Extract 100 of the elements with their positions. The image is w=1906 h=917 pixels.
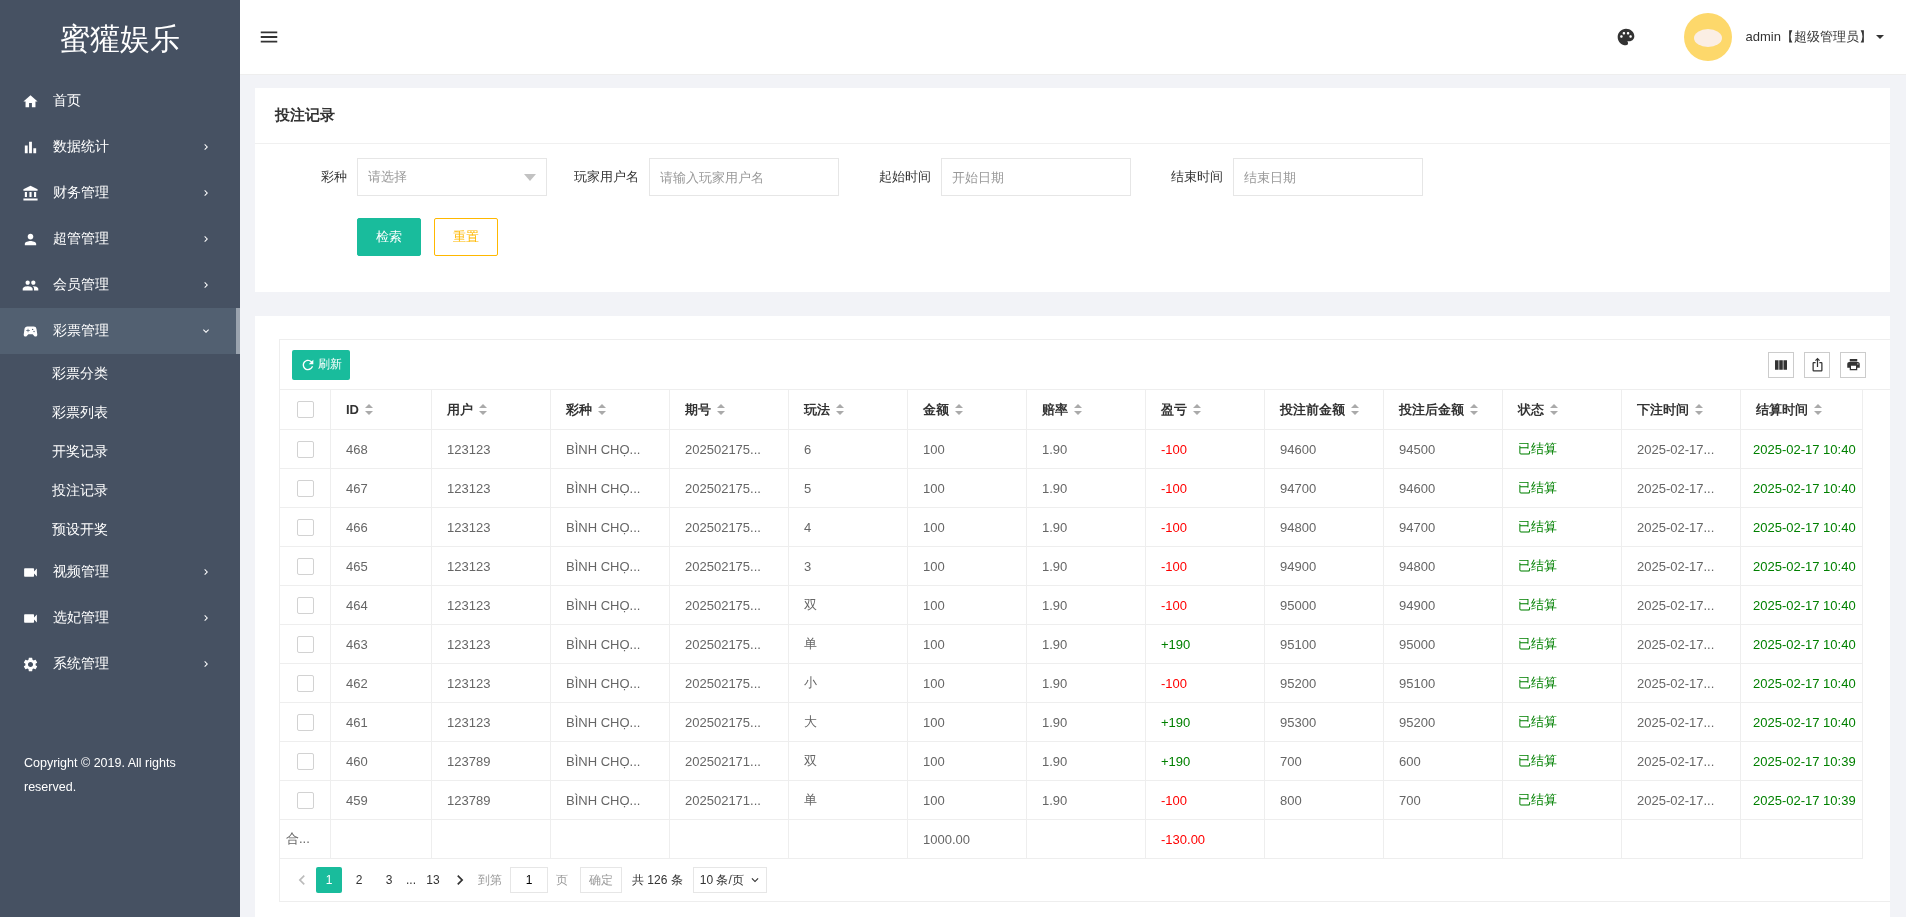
table-cell: 464 [331, 586, 432, 625]
sort-icon[interactable] [365, 404, 373, 415]
table-cell: 100 [908, 547, 1027, 586]
column-header[interactable]: 下注时间 [1637, 400, 1689, 419]
sort-icon[interactable] [1695, 404, 1703, 415]
submenu-item[interactable]: 彩票列表 [0, 393, 240, 432]
page-button[interactable]: 3 [376, 867, 402, 893]
sidebar-item[interactable]: 财务管理 [0, 170, 240, 216]
input-field[interactable]: 结束日期 [1233, 158, 1423, 196]
submenu-item[interactable]: 彩票分类 [0, 354, 240, 393]
table-cell: 94800 [1384, 547, 1503, 586]
sort-icon[interactable] [955, 404, 963, 415]
checkbox[interactable] [296, 752, 314, 770]
submenu-item[interactable]: 投注记录 [0, 471, 240, 510]
page-button[interactable]: 13 [420, 867, 446, 893]
sidebar-item[interactable]: 彩票管理 [0, 308, 240, 354]
table-cell: BÌNH CHỌ... [551, 469, 670, 508]
table-cell: 100 [908, 586, 1027, 625]
table-cell: 2025-02-17... [1622, 664, 1741, 703]
sort-icon[interactable] [598, 404, 606, 415]
sort-icon[interactable] [1351, 404, 1359, 415]
export-icon[interactable] [1804, 351, 1830, 378]
sidebar-item[interactable]: 数据统计 [0, 124, 240, 170]
checkbox[interactable] [296, 713, 314, 731]
table-cell: 700 [1265, 742, 1384, 781]
column-header[interactable]: 玩法 [804, 400, 830, 419]
checkbox[interactable] [296, 557, 314, 575]
sort-icon[interactable] [836, 404, 844, 415]
table-cell: 123123 [432, 586, 551, 625]
table-cell: 1.90 [1027, 586, 1146, 625]
page-input[interactable]: 1 [510, 867, 548, 893]
input-field[interactable]: 请输入玩家用户名 [649, 158, 839, 196]
page-button[interactable]: 2 [346, 867, 372, 893]
checkbox[interactable] [296, 635, 314, 653]
table-cell: 463 [331, 625, 432, 664]
checkbox[interactable] [296, 518, 314, 536]
sort-icon[interactable] [1550, 404, 1558, 415]
table-cell: -100 [1146, 664, 1265, 703]
table-cell: 100 [908, 703, 1027, 742]
columns-icon[interactable] [1768, 351, 1794, 378]
table-cell: 123123 [432, 664, 551, 703]
sidebar-item[interactable]: 选妃管理 [0, 595, 240, 641]
column-header[interactable]: ID [346, 402, 359, 417]
sidebar-item[interactable]: 视频管理 [0, 549, 240, 595]
column-header[interactable]: 赔率 [1042, 400, 1068, 419]
sidebar-item[interactable]: 系统管理 [0, 641, 240, 687]
column-header[interactable]: 盈亏 [1161, 400, 1187, 419]
column-header[interactable]: 金额 [923, 400, 949, 419]
table-cell: 已结算 [1503, 625, 1622, 664]
table-cell: 1.90 [1027, 430, 1146, 469]
checkbox[interactable] [296, 401, 314, 418]
goto-label: 到第 [478, 871, 502, 889]
table-cell: 100 [908, 742, 1027, 781]
checkbox[interactable] [296, 479, 314, 497]
table-cell: 2025-02-17... [1622, 430, 1741, 469]
column-header[interactable]: 彩种 [566, 400, 592, 419]
sidebar-item[interactable]: 会员管理 [0, 262, 240, 308]
sort-icon[interactable] [717, 404, 725, 415]
table-cell: 467 [331, 469, 432, 508]
column-header[interactable]: 状态 [1518, 400, 1544, 419]
sidebar-item[interactable]: 首页 [0, 78, 240, 124]
checkbox[interactable] [296, 440, 314, 458]
sort-icon[interactable] [1193, 404, 1201, 415]
column-header[interactable]: 投注前金额 [1280, 400, 1345, 419]
column-header[interactable]: 期号 [685, 400, 711, 419]
user-menu[interactable]: admin【超级管理员】 [1745, 28, 1884, 46]
input-field[interactable]: 开始日期 [941, 158, 1131, 196]
sort-icon[interactable] [1814, 404, 1822, 415]
column-header[interactable]: 投注后金额 [1399, 400, 1464, 419]
submenu-item[interactable]: 开奖记录 [0, 432, 240, 471]
avatar[interactable] [1683, 13, 1732, 61]
palette-icon[interactable] [1615, 27, 1636, 47]
table-cell: BÌNH CHỌ... [551, 547, 670, 586]
table-cell: 100 [908, 469, 1027, 508]
table-cell: 94900 [1384, 586, 1503, 625]
column-header[interactable]: 用户 [447, 400, 473, 419]
checkbox[interactable] [296, 674, 314, 692]
table-cell: 2025-02-17 10:40 [1741, 547, 1863, 586]
table-cell: 双 [789, 742, 908, 781]
table-cell: 已结算 [1503, 508, 1622, 547]
table-cell: 459 [331, 781, 432, 820]
table-cell: 已结算 [1503, 703, 1622, 742]
sort-icon[interactable] [1470, 404, 1478, 415]
sort-icon[interactable] [1074, 404, 1082, 415]
copyright-text: Copyright © 2019. All rights reserved. [23, 755, 177, 796]
table-cell: 2025-02-17... [1622, 586, 1741, 625]
table-cell: 已结算 [1503, 781, 1622, 820]
checkbox[interactable] [296, 791, 314, 809]
checkbox[interactable] [296, 596, 314, 614]
table-cell: 466 [331, 508, 432, 547]
table-cell: 单 [789, 625, 908, 664]
print-icon[interactable] [1840, 351, 1866, 378]
sidebar-item[interactable]: 超管管理 [0, 216, 240, 262]
table-cell: 已结算 [1503, 547, 1622, 586]
table-cell: 2025-02-17 10:40 [1741, 625, 1863, 664]
column-header[interactable]: 结算时间 [1756, 400, 1808, 419]
table-cell: BÌNH CHỌ... [551, 742, 670, 781]
page-size-select[interactable]: 10 条/页 [692, 867, 767, 893]
submenu-item[interactable]: 预设开奖 [0, 510, 240, 549]
sort-icon[interactable] [479, 404, 487, 415]
